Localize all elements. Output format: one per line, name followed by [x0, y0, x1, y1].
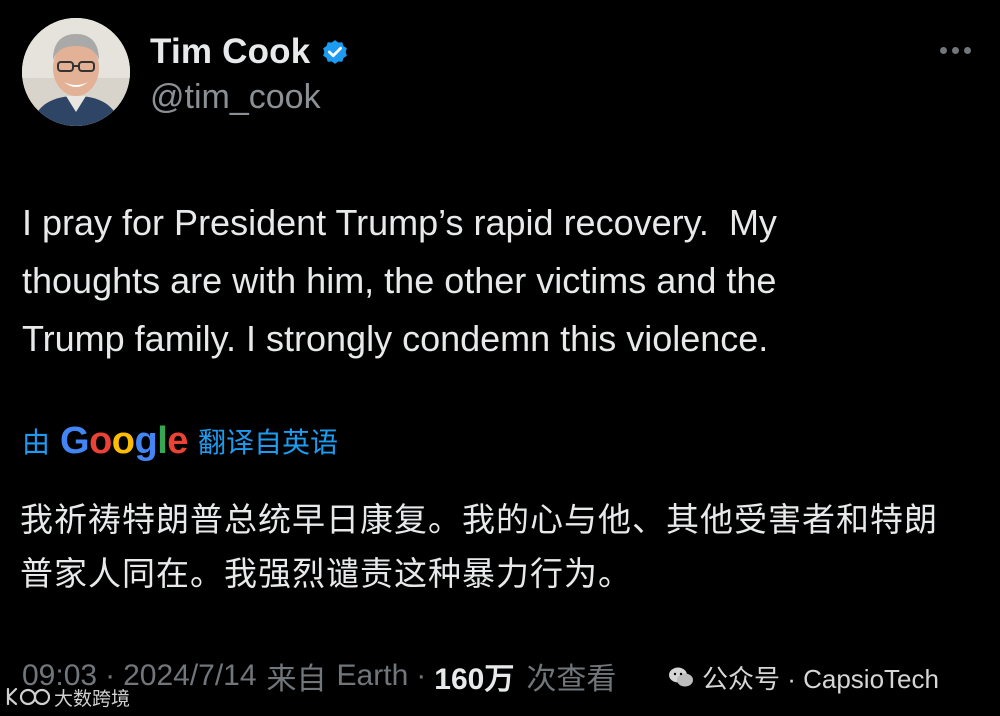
google-letter: o	[111, 420, 135, 462]
name-row: Tim Cook	[150, 28, 350, 76]
google-letter: o	[89, 420, 112, 462]
avatar-photo	[22, 18, 130, 126]
google-letter: l	[157, 420, 168, 462]
watermark-brand: 大数跨境	[4, 684, 130, 710]
watermark-wechat: 公众号 · CapsioTech	[668, 660, 939, 694]
google-letter: g	[134, 420, 158, 462]
tweet-date[interactable]: 2024/7/14	[123, 659, 256, 693]
tweet-text: I pray for President Trump’s rapid recov…	[22, 202, 777, 359]
translation-attribution[interactable]: 由 Google 翻译自英语	[22, 418, 338, 464]
watermark-label: 公众号 · CapsioTech	[702, 663, 939, 694]
source-prefix: 来自	[266, 663, 327, 696]
verified-badge-icon	[323, 40, 348, 64]
watermark-label: 大数跨境	[54, 688, 131, 710]
views-count: 160万	[434, 663, 515, 696]
wechat-icon	[669, 667, 693, 687]
google-logo: Google	[60, 422, 188, 460]
handle[interactable]: @tim_cook	[150, 78, 321, 117]
avatar[interactable]	[22, 18, 130, 126]
display-name[interactable]: Tim Cook	[150, 32, 310, 72]
brand-logo-icon	[6, 687, 50, 706]
google-letter: e	[167, 420, 188, 462]
more-options-icon[interactable]	[940, 42, 976, 58]
translation-prefix: 由	[22, 427, 51, 458]
tweet-source: Earth	[336, 659, 409, 692]
translated-text: 我祈祷特朗普总统早日康复。我的心与他、其他受害者和特朗普家人同在。我强烈谴责这种…	[20, 501, 938, 592]
translation-suffix: 翻译自英语	[197, 427, 338, 458]
separator: ·	[416, 659, 427, 692]
views-label: 次查看	[526, 663, 617, 696]
tweet-header: Tim Cook @tim_cook	[20, 18, 980, 130]
google-letter: G	[60, 420, 90, 462]
